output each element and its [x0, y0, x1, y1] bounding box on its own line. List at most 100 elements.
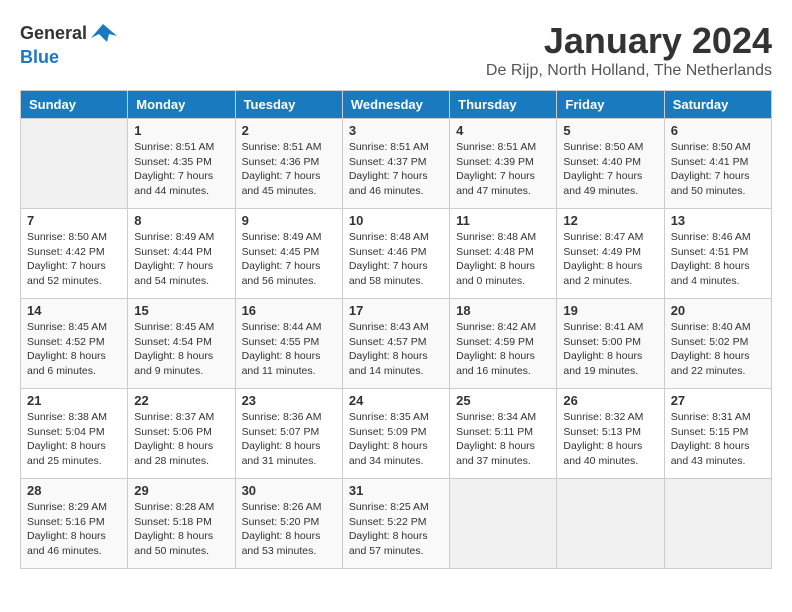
day-number: 15 — [134, 303, 228, 318]
day-number: 23 — [242, 393, 336, 408]
day-number: 10 — [349, 213, 443, 228]
week-row-2: 7 Sunrise: 8:50 AMSunset: 4:42 PMDayligh… — [21, 209, 772, 299]
day-number: 20 — [671, 303, 765, 318]
calendar-cell — [21, 119, 128, 209]
weekday-header-sunday: Sunday — [21, 91, 128, 119]
day-info: Sunrise: 8:42 AMSunset: 4:59 PMDaylight:… — [456, 320, 550, 379]
day-info: Sunrise: 8:50 AMSunset: 4:40 PMDaylight:… — [563, 140, 657, 199]
day-number: 25 — [456, 393, 550, 408]
calendar-cell: 3 Sunrise: 8:51 AMSunset: 4:37 PMDayligh… — [342, 119, 449, 209]
weekday-header-saturday: Saturday — [664, 91, 771, 119]
weekday-header-friday: Friday — [557, 91, 664, 119]
day-number: 28 — [27, 483, 121, 498]
calendar-cell: 15 Sunrise: 8:45 AMSunset: 4:54 PMDaylig… — [128, 299, 235, 389]
weekday-header-thursday: Thursday — [450, 91, 557, 119]
calendar-cell: 4 Sunrise: 8:51 AMSunset: 4:39 PMDayligh… — [450, 119, 557, 209]
calendar-cell: 8 Sunrise: 8:49 AMSunset: 4:44 PMDayligh… — [128, 209, 235, 299]
calendar-cell: 31 Sunrise: 8:25 AMSunset: 5:22 PMDaylig… — [342, 479, 449, 569]
calendar-cell: 25 Sunrise: 8:34 AMSunset: 5:11 PMDaylig… — [450, 389, 557, 479]
calendar-cell: 9 Sunrise: 8:49 AMSunset: 4:45 PMDayligh… — [235, 209, 342, 299]
day-number: 6 — [671, 123, 765, 138]
day-info: Sunrise: 8:48 AMSunset: 4:48 PMDaylight:… — [456, 230, 550, 289]
day-info: Sunrise: 8:41 AMSunset: 5:00 PMDaylight:… — [563, 320, 657, 379]
day-info: Sunrise: 8:36 AMSunset: 5:07 PMDaylight:… — [242, 410, 336, 469]
day-info: Sunrise: 8:45 AMSunset: 4:54 PMDaylight:… — [134, 320, 228, 379]
day-number: 30 — [242, 483, 336, 498]
day-info: Sunrise: 8:51 AMSunset: 4:39 PMDaylight:… — [456, 140, 550, 199]
week-row-1: 1 Sunrise: 8:51 AMSunset: 4:35 PMDayligh… — [21, 119, 772, 209]
day-info: Sunrise: 8:26 AMSunset: 5:20 PMDaylight:… — [242, 500, 336, 559]
calendar-cell: 29 Sunrise: 8:28 AMSunset: 5:18 PMDaylig… — [128, 479, 235, 569]
calendar-cell — [450, 479, 557, 569]
day-info: Sunrise: 8:28 AMSunset: 5:18 PMDaylight:… — [134, 500, 228, 559]
calendar-cell: 26 Sunrise: 8:32 AMSunset: 5:13 PMDaylig… — [557, 389, 664, 479]
day-number: 13 — [671, 213, 765, 228]
day-info: Sunrise: 8:38 AMSunset: 5:04 PMDaylight:… — [27, 410, 121, 469]
day-info: Sunrise: 8:48 AMSunset: 4:46 PMDaylight:… — [349, 230, 443, 289]
day-info: Sunrise: 8:37 AMSunset: 5:06 PMDaylight:… — [134, 410, 228, 469]
week-row-4: 21 Sunrise: 8:38 AMSunset: 5:04 PMDaylig… — [21, 389, 772, 479]
day-number: 18 — [456, 303, 550, 318]
calendar-cell: 22 Sunrise: 8:37 AMSunset: 5:06 PMDaylig… — [128, 389, 235, 479]
day-number: 19 — [563, 303, 657, 318]
calendar-cell: 18 Sunrise: 8:42 AMSunset: 4:59 PMDaylig… — [450, 299, 557, 389]
day-info: Sunrise: 8:40 AMSunset: 5:02 PMDaylight:… — [671, 320, 765, 379]
day-number: 8 — [134, 213, 228, 228]
day-number: 29 — [134, 483, 228, 498]
day-number: 11 — [456, 213, 550, 228]
calendar-cell: 6 Sunrise: 8:50 AMSunset: 4:41 PMDayligh… — [664, 119, 771, 209]
day-info: Sunrise: 8:49 AMSunset: 4:44 PMDaylight:… — [134, 230, 228, 289]
week-row-5: 28 Sunrise: 8:29 AMSunset: 5:16 PMDaylig… — [21, 479, 772, 569]
day-number: 26 — [563, 393, 657, 408]
day-number: 16 — [242, 303, 336, 318]
day-number: 27 — [671, 393, 765, 408]
calendar-cell: 23 Sunrise: 8:36 AMSunset: 5:07 PMDaylig… — [235, 389, 342, 479]
calendar-cell: 5 Sunrise: 8:50 AMSunset: 4:40 PMDayligh… — [557, 119, 664, 209]
day-info: Sunrise: 8:49 AMSunset: 4:45 PMDaylight:… — [242, 230, 336, 289]
day-number: 21 — [27, 393, 121, 408]
logo-text-general: General — [20, 24, 87, 44]
day-number: 9 — [242, 213, 336, 228]
location-title: De Rijp, North Holland, The Netherlands — [486, 62, 772, 80]
calendar-cell: 10 Sunrise: 8:48 AMSunset: 4:46 PMDaylig… — [342, 209, 449, 299]
day-number: 12 — [563, 213, 657, 228]
day-number: 22 — [134, 393, 228, 408]
calendar-cell: 7 Sunrise: 8:50 AMSunset: 4:42 PMDayligh… — [21, 209, 128, 299]
day-info: Sunrise: 8:45 AMSunset: 4:52 PMDaylight:… — [27, 320, 121, 379]
day-info: Sunrise: 8:34 AMSunset: 5:11 PMDaylight:… — [456, 410, 550, 469]
day-info: Sunrise: 8:50 AMSunset: 4:42 PMDaylight:… — [27, 230, 121, 289]
logo-text-blue: Blue — [20, 47, 59, 67]
week-row-3: 14 Sunrise: 8:45 AMSunset: 4:52 PMDaylig… — [21, 299, 772, 389]
calendar-cell: 16 Sunrise: 8:44 AMSunset: 4:55 PMDaylig… — [235, 299, 342, 389]
day-info: Sunrise: 8:25 AMSunset: 5:22 PMDaylight:… — [349, 500, 443, 559]
day-info: Sunrise: 8:43 AMSunset: 4:57 PMDaylight:… — [349, 320, 443, 379]
day-number: 4 — [456, 123, 550, 138]
calendar-table: SundayMondayTuesdayWednesdayThursdayFrid… — [20, 90, 772, 569]
logo: General Blue — [20, 20, 117, 68]
calendar-cell: 28 Sunrise: 8:29 AMSunset: 5:16 PMDaylig… — [21, 479, 128, 569]
calendar-cell — [664, 479, 771, 569]
header-area: General Blue January 2024 De Rijp, North… — [20, 20, 772, 80]
day-info: Sunrise: 8:35 AMSunset: 5:09 PMDaylight:… — [349, 410, 443, 469]
weekday-header-tuesday: Tuesday — [235, 91, 342, 119]
calendar-cell: 19 Sunrise: 8:41 AMSunset: 5:00 PMDaylig… — [557, 299, 664, 389]
day-info: Sunrise: 8:51 AMSunset: 4:37 PMDaylight:… — [349, 140, 443, 199]
calendar-cell — [557, 479, 664, 569]
logo-bird-icon — [89, 20, 117, 48]
day-number: 17 — [349, 303, 443, 318]
calendar-cell: 2 Sunrise: 8:51 AMSunset: 4:36 PMDayligh… — [235, 119, 342, 209]
month-title: January 2024 — [486, 20, 772, 62]
weekday-header-monday: Monday — [128, 91, 235, 119]
day-number: 24 — [349, 393, 443, 408]
day-info: Sunrise: 8:51 AMSunset: 4:36 PMDaylight:… — [242, 140, 336, 199]
calendar-cell: 14 Sunrise: 8:45 AMSunset: 4:52 PMDaylig… — [21, 299, 128, 389]
day-info: Sunrise: 8:50 AMSunset: 4:41 PMDaylight:… — [671, 140, 765, 199]
day-number: 7 — [27, 213, 121, 228]
calendar-cell: 1 Sunrise: 8:51 AMSunset: 4:35 PMDayligh… — [128, 119, 235, 209]
calendar-cell: 20 Sunrise: 8:40 AMSunset: 5:02 PMDaylig… — [664, 299, 771, 389]
calendar-cell: 21 Sunrise: 8:38 AMSunset: 5:04 PMDaylig… — [21, 389, 128, 479]
calendar-cell: 12 Sunrise: 8:47 AMSunset: 4:49 PMDaylig… — [557, 209, 664, 299]
day-number: 3 — [349, 123, 443, 138]
day-info: Sunrise: 8:46 AMSunset: 4:51 PMDaylight:… — [671, 230, 765, 289]
day-info: Sunrise: 8:44 AMSunset: 4:55 PMDaylight:… — [242, 320, 336, 379]
